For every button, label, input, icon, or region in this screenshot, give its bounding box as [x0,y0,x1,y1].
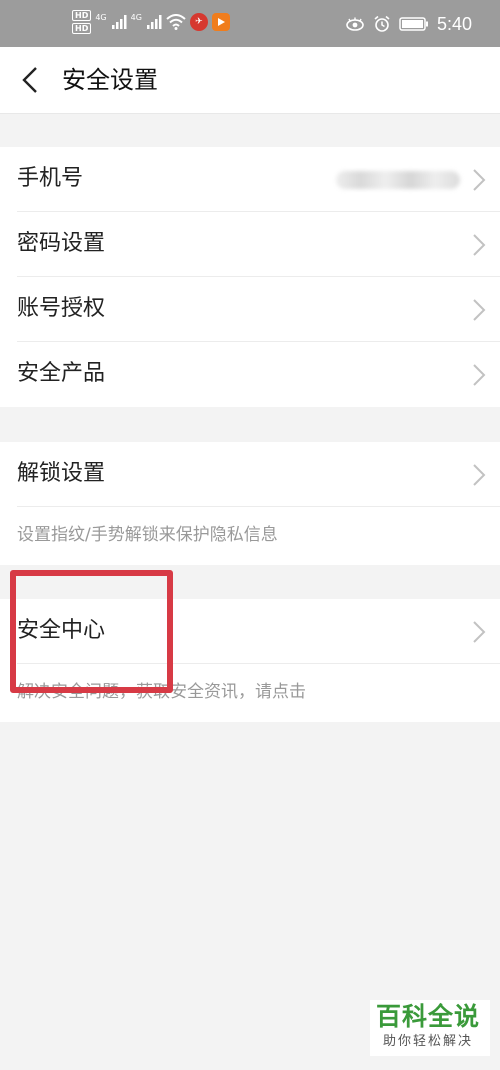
unlock-settings-description: 设置指纹/手势解锁来保护隐私信息 [0,507,500,565]
chevron-right-icon [473,234,486,256]
settings-item-label: 解锁设置 [17,461,106,486]
settings-item-security-products[interactable]: 安全产品 [0,342,500,407]
account-settings-group: 手机号 密码设置 账号授权 安全产品 [0,147,500,407]
watermark-subtitle: 助你轻松解决 [383,1034,474,1049]
status-right-icons: 5:40 [345,14,472,34]
watermark: 百科全说 助你轻松解决 [370,1000,490,1056]
settings-item-label: 手机号 [17,166,84,191]
network-type-label: 4G [130,13,142,22]
highlight-annotation-box [10,570,173,693]
page-header: 安全设置 [0,47,500,114]
chevron-right-icon [473,464,486,486]
network-type-label: 4G [95,13,107,22]
settings-item-label: 账号授权 [17,296,106,321]
settings-item-account-authorization[interactable]: 账号授权 [0,277,500,342]
chevron-right-icon [473,621,486,643]
video-app-notification-icon [211,13,230,31]
hd-badge: HD [72,10,92,21]
description-text: 设置指纹/手势解锁来保护隐私信息 [17,525,278,545]
back-arrow-icon[interactable] [16,65,46,95]
settings-item-unlock[interactable]: 解锁设置 [0,442,500,507]
unlock-settings-group: 解锁设置 设置指纹/手势解锁来保护隐私信息 [0,442,500,565]
settings-item-phone-number[interactable]: 手机号 [0,147,500,212]
chevron-right-icon [473,169,486,191]
status-time: 5:40 [436,14,472,34]
hd-badges: HD HD [72,10,92,34]
signal-icon [146,15,162,29]
page-title: 安全设置 [62,66,158,94]
settings-item-label: 密码设置 [17,231,106,256]
settings-item-password[interactable]: 密码设置 [0,212,500,277]
settings-item-label: 安全产品 [17,361,106,386]
eye-comfort-icon [346,17,364,31]
status-bar: HD HD 4G 4G ✈ 5:40 [0,0,500,47]
watermark-title: 百科全说 [376,1002,481,1031]
chevron-right-icon [473,299,486,321]
status-left-icons: HD HD 4G 4G ✈ [72,10,230,34]
chevron-right-icon [473,364,486,386]
wifi-icon [166,14,186,30]
signal-icon [111,15,127,29]
battery-icon [399,17,428,31]
hd-badge: HD [72,23,92,34]
app-notification-icon: ✈ [189,13,208,31]
masked-phone-number [336,171,460,189]
alarm-icon [374,15,390,32]
